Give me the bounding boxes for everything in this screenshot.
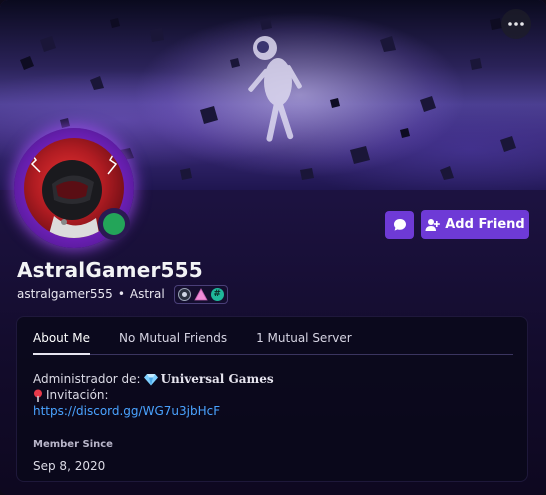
badge-list: #	[173, 284, 228, 304]
admin-prefix: Administrador de:	[33, 372, 141, 386]
moon-icon[interactable]	[177, 287, 191, 301]
invite-label: Invitación:	[46, 388, 109, 402]
profile-tabs: About Me No Mutual Friends 1 Mutual Serv…	[33, 329, 513, 355]
about-me-text: Administrador de: 𝐔𝐧𝐢𝐯𝐞𝐫𝐬𝐚𝐥 𝐆𝐚𝐦𝐞𝐬 Invita…	[33, 371, 274, 419]
triangle-icon[interactable]	[194, 287, 208, 301]
display-name: AstralGamer555	[17, 258, 203, 282]
invite-line: Invitación:	[33, 387, 274, 403]
status-indicator	[98, 208, 130, 240]
add-friend-button[interactable]: Add Friend	[421, 210, 529, 239]
add-friend-label: Add Friend	[445, 217, 525, 232]
tab-mutual-friends[interactable]: No Mutual Friends	[119, 329, 227, 354]
invite-link-line: https://discord.gg/WG7u3jbHcF	[33, 403, 274, 419]
member-since-label: Member Since	[33, 439, 113, 450]
server-name: 𝐔𝐧𝐢𝐯𝐞𝐫𝐬𝐚𝐥 𝐆𝐚𝐦𝐞𝐬	[160, 372, 274, 386]
gem-icon	[143, 373, 158, 385]
separator-dot: •	[117, 287, 125, 301]
more-dots-icon	[508, 22, 524, 26]
profile-card: Add Friend AstralGamer555 astralgamer555…	[0, 0, 546, 495]
pin-icon	[34, 389, 42, 402]
more-options-button[interactable]	[501, 9, 531, 39]
chat-bubble-icon	[393, 219, 406, 231]
message-button[interactable]	[385, 211, 414, 239]
online-status-dot	[103, 213, 125, 235]
username-row: astralgamer555 • Astral #	[17, 284, 228, 304]
username: astralgamer555	[17, 287, 113, 301]
pronouns-tag: Astral	[129, 287, 165, 301]
tab-about-me[interactable]: About Me	[33, 329, 91, 355]
invite-link[interactable]: https://discord.gg/WG7u3jbHcF	[33, 403, 220, 419]
profile-info-panel: About Me No Mutual Friends 1 Mutual Serv…	[16, 316, 528, 482]
admin-line: Administrador de: 𝐔𝐧𝐢𝐯𝐞𝐫𝐬𝐚𝐥 𝐆𝐚𝐦𝐞𝐬	[33, 371, 274, 387]
tab-mutual-servers[interactable]: 1 Mutual Server	[256, 329, 352, 354]
add-user-icon	[425, 218, 441, 231]
member-since-date: Sep 8, 2020	[33, 459, 106, 473]
hash-icon[interactable]: #	[210, 287, 224, 301]
